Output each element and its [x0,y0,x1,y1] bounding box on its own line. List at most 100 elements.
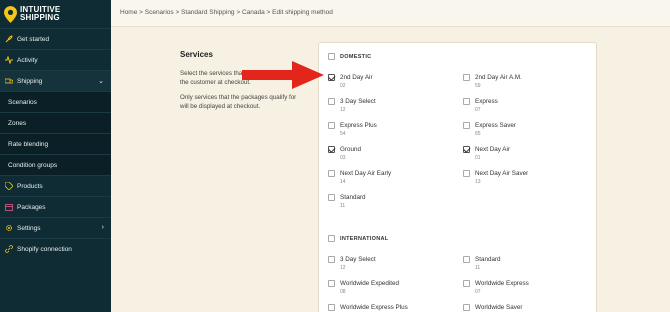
sidebar-item-shipping[interactable]: Shipping ⌄ [0,70,111,91]
package-icon [5,203,13,211]
sidebar-item-condition-groups[interactable]: Condition groups [0,154,111,175]
sidebar-item-rate-blending[interactable]: Rate blending [0,133,111,154]
sidebar-item-label: Settings [17,224,41,232]
service-option[interactable]: Express 07 [463,98,593,113]
chevron-down-icon: ⌄ [98,78,104,85]
service-code: 65 [475,131,481,137]
service-checkbox[interactable] [463,122,470,129]
rocket-icon [5,35,13,43]
sidebar-item-label: Activity [17,56,38,64]
service-option-row: Standard [463,256,593,263]
sidebar-item-get-started[interactable]: Get started [0,28,111,49]
service-name: Worldwide Express Plus [340,304,408,311]
service-option[interactable]: 3 Day Select 12 [328,98,458,113]
service-code: 11 [475,265,481,271]
sidebar-item-label: Packages [17,203,46,211]
service-checkbox[interactable] [328,146,335,153]
service-option[interactable]: Standard 11 [328,194,458,209]
sidebar-item-zones[interactable]: Zones [0,112,111,133]
service-checkbox[interactable] [463,146,470,153]
service-checkbox[interactable] [463,304,470,311]
sidebar-item-scenarios[interactable]: Scenarios [0,91,111,112]
service-option[interactable]: 2nd Day Air 02 [328,74,458,89]
service-checkbox[interactable] [328,304,335,311]
sidebar-item-settings[interactable]: Settings › [0,217,111,238]
service-checkbox[interactable] [463,98,470,105]
sidebar-item-label: Get started [17,35,50,43]
service-checkbox[interactable] [328,122,335,129]
sidebar-item-packages[interactable]: Packages [0,196,111,217]
service-name: Standard [340,194,366,201]
domestic-heading: DOMESTIC [328,53,371,60]
top-bar: Home > Scenarios > Standard Shipping > C… [111,0,670,27]
service-checkbox[interactable] [463,74,470,81]
service-name: Ground [340,146,362,153]
service-option-row: Worldwide Expedited [328,280,458,287]
service-option[interactable]: 3 Day Select 12 [328,256,458,271]
services-card: DOMESTIC 2nd Day Air 02 2nd Day Air A.M. 59… [318,42,597,312]
service-name: Standard [475,256,501,263]
service-option[interactable]: Standard 11 [463,256,593,271]
service-code: 59 [475,83,481,89]
service-option[interactable]: Next Day Air Early 14 [328,170,458,185]
sidebar-item-shopify-connection[interactable]: Shopify connection [0,238,111,259]
service-checkbox[interactable] [328,74,335,81]
map-pin-icon [4,5,17,23]
service-option-row: Worldwide Express [463,280,593,287]
service-name: 3 Day Select [340,98,376,105]
service-option[interactable]: Next Day Air 01 [463,146,593,161]
brand-name: INTUITIVE SHIPPING [20,5,61,22]
service-option-row: Worldwide Express Plus [328,304,458,311]
service-checkbox[interactable] [463,280,470,287]
service-option-row: Express Saver [463,122,593,129]
gear-icon [5,224,13,232]
service-name: Express Saver [475,122,516,129]
sidebar-item-activity[interactable]: Activity [0,49,111,70]
service-checkbox[interactable] [328,280,335,287]
tag-icon [5,182,13,190]
service-option[interactable]: Worldwide Express Plus [328,304,458,312]
service-code: 02 [340,83,346,89]
service-checkbox[interactable] [328,170,335,177]
service-checkbox[interactable] [463,256,470,263]
international-heading: INTERNATIONAL [328,235,388,242]
service-option[interactable]: Worldwide Express 07 [463,280,593,295]
sidebar-item-label: Rate blending [8,140,49,148]
truck-icon [5,77,13,85]
service-code: 07 [475,107,481,113]
service-name: 2nd Day Air A.M. [475,74,522,81]
sidebar-item-label: Zones [8,119,27,127]
service-option-row: 3 Day Select [328,98,458,105]
sidebar-nav: Get started Activity Shipping ⌄ Scenario… [0,28,111,259]
service-option[interactable]: Next Day Air Saver 13 [463,170,593,185]
service-checkbox[interactable] [463,170,470,177]
domestic-select-all-checkbox[interactable] [328,53,335,60]
service-option[interactable]: Express Saver 65 [463,122,593,137]
service-name: Worldwide Saver [475,304,523,311]
service-checkbox[interactable] [328,194,335,201]
service-name: 3 Day Select [340,256,376,263]
service-code: 01 [475,155,481,161]
service-code: 11 [340,203,346,209]
service-checkbox[interactable] [328,98,335,105]
red-arrow-icon [242,61,324,89]
service-option[interactable]: Worldwide Expedited 08 [328,280,458,295]
service-option-row: 3 Day Select [328,256,458,263]
service-option[interactable]: Express Plus 54 [328,122,458,137]
sidebar-item-label: Scenarios [8,98,37,106]
service-option[interactable]: Ground 03 [328,146,458,161]
sidebar-item-products[interactable]: Products [0,175,111,196]
service-code: 12 [340,107,346,113]
breadcrumb[interactable]: Home > Scenarios > Standard Shipping > C… [120,9,333,16]
service-option-row: Next Day Air Early [328,170,458,177]
international-select-all-checkbox[interactable] [328,235,335,242]
brand-logo[interactable]: INTUITIVE SHIPPING [0,0,111,28]
service-option[interactable]: Worldwide Saver [463,304,593,312]
service-option[interactable]: 2nd Day Air A.M. 59 [463,74,593,89]
service-name: Next Day Air Saver [475,170,529,177]
service-code: 12 [340,265,346,271]
service-option-row: Express [463,98,593,105]
service-name: 2nd Day Air [340,74,373,81]
sidebar-item-label: Condition groups [8,161,58,169]
service-checkbox[interactable] [328,256,335,263]
